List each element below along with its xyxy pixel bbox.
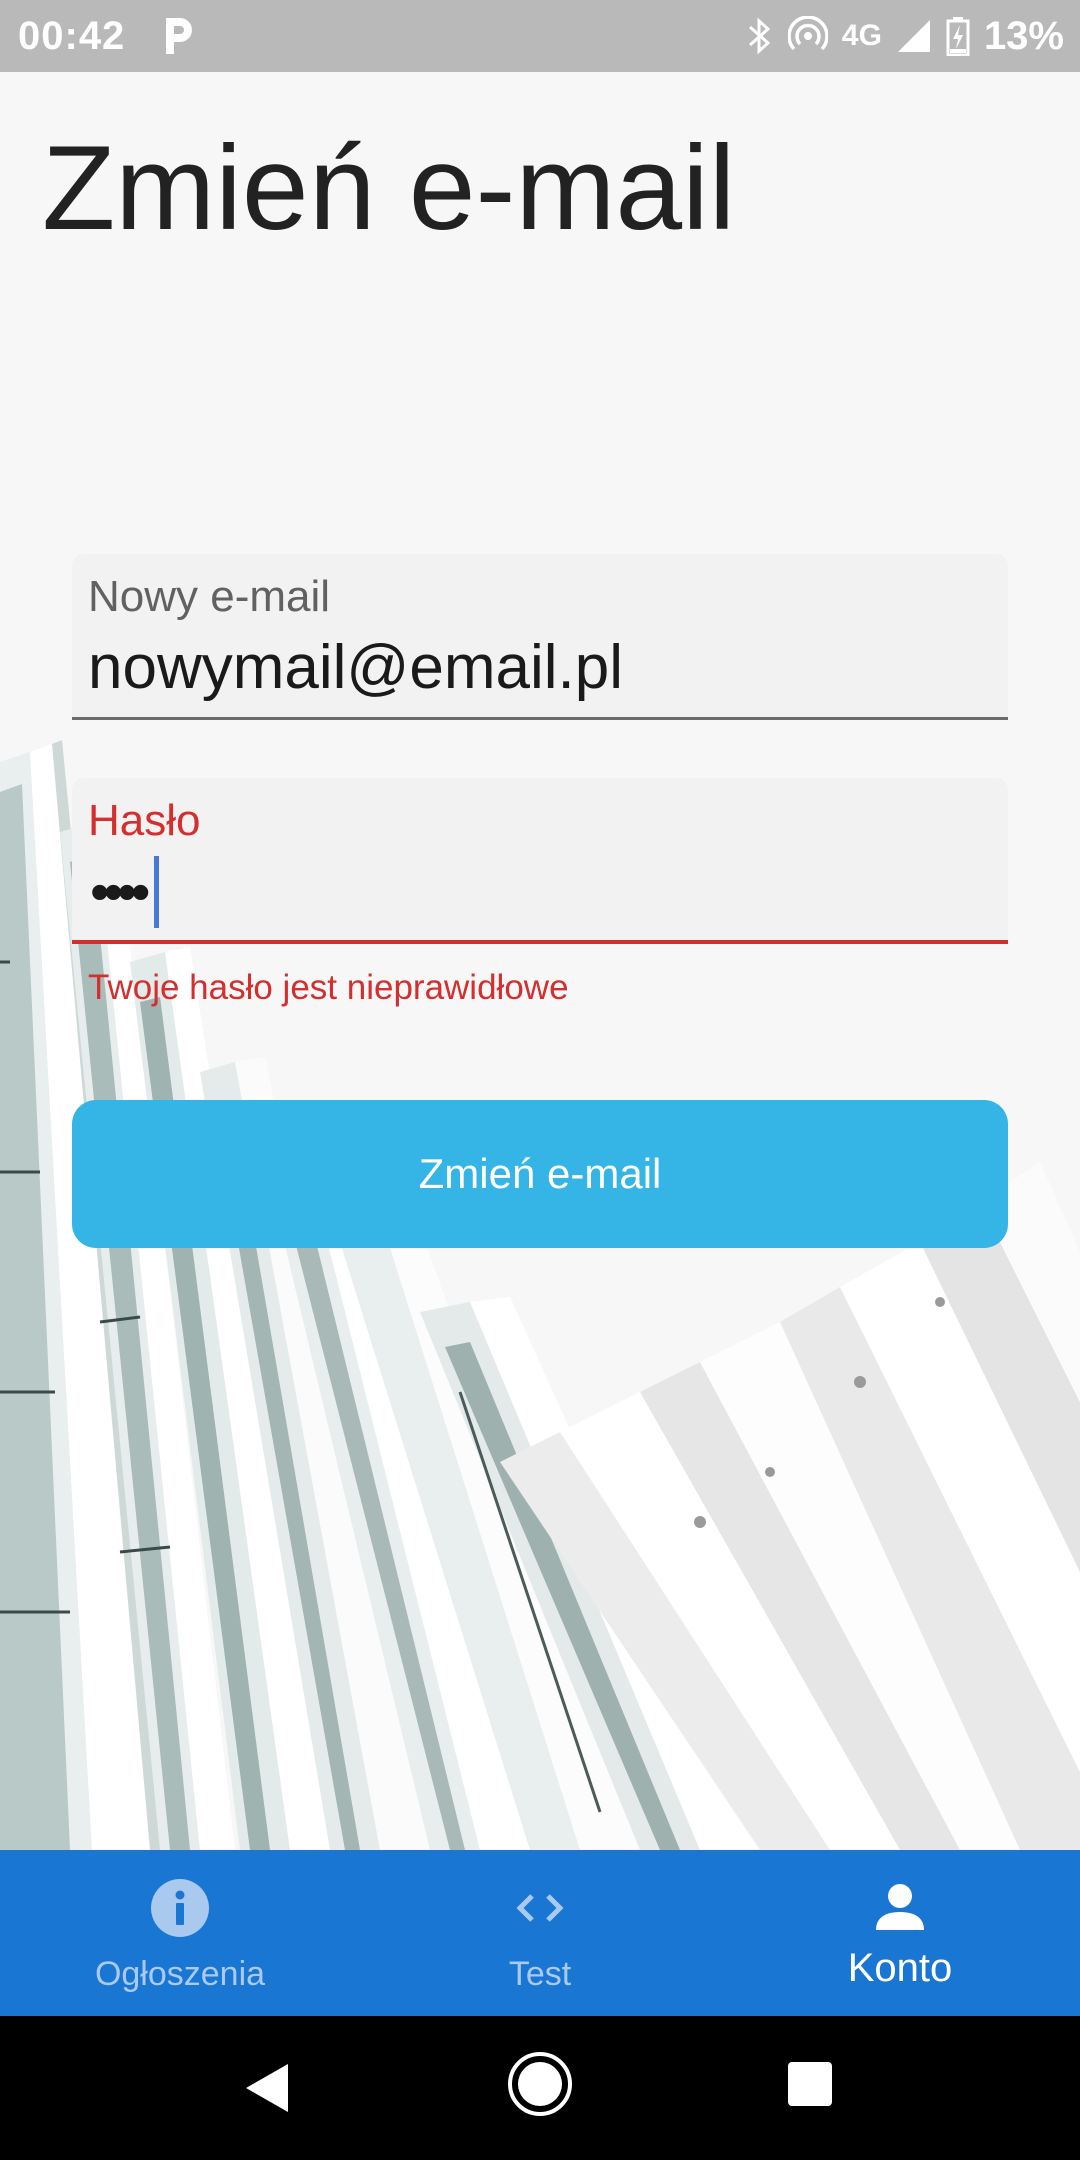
nav-item-test[interactable]: Test	[360, 1850, 720, 2016]
screen: 00:42 4G 13% Zmień e-mail Nowy e-mail no…	[0, 0, 1080, 2160]
signal-icon	[897, 20, 930, 52]
info-icon	[151, 1879, 209, 1937]
recents-icon[interactable]	[786, 2060, 834, 2108]
back-icon[interactable]	[236, 2056, 300, 2120]
bluetooth-icon	[748, 17, 771, 55]
password-field-label: Hasło	[88, 796, 201, 845]
person-icon	[876, 1884, 924, 1930]
email-field[interactable]: Nowy e-mail nowymail@email.pl	[72, 554, 1008, 720]
change-email-button[interactable]: Zmień e-mail	[72, 1100, 1008, 1248]
password-masked-value: ••••	[90, 860, 150, 923]
background-image	[0, 72, 1080, 1850]
email-field-value[interactable]: nowymail@email.pl	[88, 632, 623, 704]
status-time: 00:42	[18, 14, 126, 58]
password-input[interactable]: ••••	[90, 856, 160, 928]
password-error-message: Twoje hasło jest nieprawidłowe	[88, 968, 569, 1007]
bottom-navigation: Ogłoszenia Test Konto	[0, 1850, 1080, 2016]
nav-item-account[interactable]: Konto	[720, 1850, 1080, 2016]
battery-percentage: 13%	[983, 14, 1064, 58]
nav-label-account: Konto	[847, 1946, 953, 1990]
battery-charging-icon	[946, 17, 970, 56]
home-icon[interactable]	[506, 2050, 574, 2118]
system-navigation-bar	[0, 2016, 1080, 2160]
network-type: 4G	[841, 19, 882, 52]
email-field-label: Nowy e-mail	[88, 572, 331, 621]
nav-item-announcements[interactable]: Ogłoszenia	[0, 1850, 360, 2016]
text-cursor	[154, 856, 160, 928]
status-icons: 4G 13%	[746, 12, 1064, 60]
hotspot-icon	[787, 16, 828, 51]
nav-label-test: Test	[508, 1955, 572, 1993]
nav-label-announcements: Ogłoszenia	[94, 1955, 266, 1993]
password-field[interactable]: Hasło ••••	[72, 778, 1008, 944]
status-bar: 00:42 4G 13%	[0, 0, 1080, 72]
page-title: Zmień e-mail	[42, 121, 736, 255]
app-notification-icon	[166, 18, 192, 54]
code-icon	[516, 1894, 564, 1922]
